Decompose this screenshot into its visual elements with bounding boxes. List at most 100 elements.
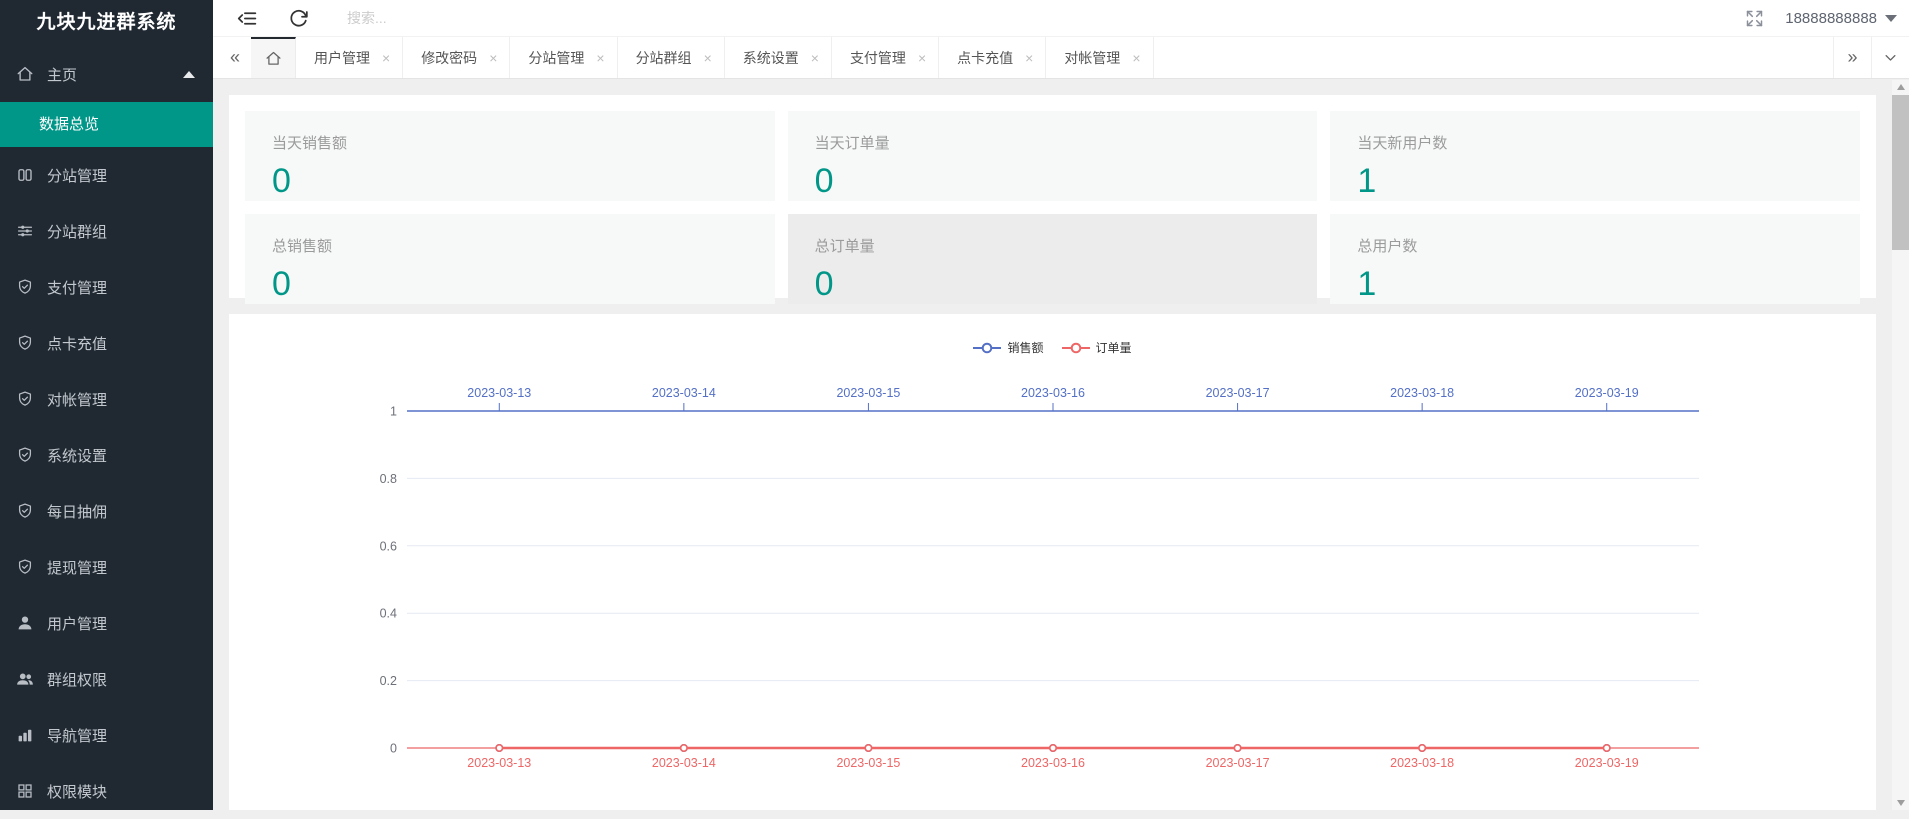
tab[interactable]: 分站管理× (510, 37, 617, 78)
tab[interactable]: 分站群组 × (618, 37, 725, 78)
sidebar-item[interactable]: 点卡充值 (0, 315, 213, 371)
tab-label: 系统设置 (743, 48, 799, 68)
svg-text:2023-03-16: 2023-03-16 (1021, 386, 1085, 400)
sidebar-item[interactable]: 分站管理 (0, 147, 213, 203)
sidebar-item-label: 系统设置 (47, 445, 107, 466)
stat-value: 0 (272, 162, 775, 201)
tabs-dropdown-icon[interactable] (1871, 37, 1909, 78)
svg-text:2023-03-15: 2023-03-15 (836, 386, 900, 400)
stat-label: 当天订单量 (815, 132, 1318, 153)
close-icon[interactable]: × (811, 51, 819, 65)
scrollbar-thumb[interactable] (1892, 95, 1909, 250)
fullscreen-icon[interactable] (1744, 8, 1765, 29)
modules-icon (16, 782, 34, 800)
sidebar-item[interactable]: 群组权限 (0, 651, 213, 707)
svg-text:2023-03-14: 2023-03-14 (652, 386, 716, 400)
svg-text:2023-03-16: 2023-03-16 (1021, 756, 1085, 770)
shield-check-icon (16, 278, 34, 296)
stat-card: 当天订单量0 (788, 111, 1318, 201)
svg-text:2023-03-19: 2023-03-19 (1575, 386, 1639, 400)
stat-card: 当天销售额 0 (245, 111, 775, 201)
close-icon[interactable]: × (489, 51, 497, 65)
main-area: 18888888888 « 用户管理×修改密码×分站管理×分站群组×系统设置×支… (213, 0, 1909, 810)
refresh-icon[interactable] (288, 8, 309, 29)
shield-check-icon (16, 502, 34, 520)
sidebar-item-label: 每日抽佣 (47, 501, 107, 522)
svg-text:2023-03-17: 2023-03-17 (1206, 756, 1270, 770)
sidebar-item[interactable]: 对帐管理 (0, 371, 213, 427)
tab-bar: « 用户管理×修改密码×分站管理×分站群组×系统设置×支付管理×点卡充值×对帐管… (213, 37, 1909, 79)
tab-label: 对帐管理 (1064, 48, 1120, 68)
close-icon[interactable]: × (382, 51, 390, 65)
tab-label: 点卡充值 (957, 48, 1013, 68)
tab[interactable]: 支付管理 × (832, 37, 939, 78)
tab-label: 分站群组 (636, 48, 692, 68)
sidebar-item[interactable]: 主页 (0, 46, 213, 102)
tab[interactable]: 对帐管理 × (1046, 37, 1153, 78)
sidebar-item[interactable]: 提现管理 (0, 539, 213, 595)
close-icon[interactable]: × (1025, 51, 1033, 65)
scrollbar-up-icon[interactable] (1892, 80, 1909, 94)
stat-value: 1 (1357, 265, 1860, 304)
sidebar-item-label: 用户管理 (47, 613, 107, 634)
collapse-menu-icon[interactable] (237, 8, 258, 29)
svg-text:2023-03-15: 2023-03-15 (836, 756, 900, 770)
sidebar-item[interactable]: 系统设置 (0, 427, 213, 483)
close-icon[interactable]: × (918, 51, 926, 65)
stat-card: 总订单量0 (788, 214, 1318, 304)
sidebar-item[interactable]: 权限模块 (0, 763, 213, 819)
svg-text:2023-03-17: 2023-03-17 (1206, 386, 1270, 400)
sidebar-item[interactable]: 每日抽佣 (0, 483, 213, 539)
tab[interactable]: 用户管理× (296, 37, 403, 78)
sidebar-item-label: 点卡充值 (47, 333, 107, 354)
tab-label: 支付管理 (850, 48, 906, 68)
close-icon[interactable]: × (596, 51, 604, 65)
tabs-scroll-left-icon[interactable]: « (219, 37, 251, 78)
sidebar-item-label: 群组权限 (47, 669, 107, 690)
home-tab[interactable] (251, 37, 296, 78)
tab[interactable]: 系统设置 × (725, 37, 832, 78)
users-icon (16, 670, 34, 688)
user-icon (16, 614, 34, 632)
content-area: 当天销售额0当天订单量0当天新用户数1总销售额0总订单量0总用户数1 销售额订单… (213, 79, 1892, 810)
sidebar-item-label: 分站群组 (47, 221, 107, 242)
close-icon[interactable]: × (704, 51, 712, 65)
sidebar-subitem[interactable]: 数据总览 (0, 102, 213, 147)
sidebar: 九块九进群系统 主页数据总览分站管理分站群组支付管理点卡充值对帐管理系统设置每日… (0, 0, 213, 810)
sidebar-item-label: 主页 (47, 64, 77, 85)
caret-up-icon (183, 71, 195, 78)
svg-text:2023-03-13: 2023-03-13 (467, 756, 531, 770)
stat-value: 0 (815, 265, 1318, 304)
tab[interactable]: 修改密码 × (403, 37, 510, 78)
home-icon (16, 65, 34, 83)
vertical-scrollbar[interactable] (1892, 80, 1909, 810)
sidebar-item-label: 支付管理 (47, 277, 107, 298)
tabs-scroll-right-icon[interactable]: » (1833, 37, 1871, 78)
svg-text:1: 1 (390, 405, 397, 419)
sidebar-item[interactable]: 用户管理 (0, 595, 213, 651)
search-input[interactable] (347, 10, 627, 26)
user-menu[interactable]: 18888888888 (1785, 10, 1897, 27)
sidebar-item[interactable]: 导航管理 (0, 707, 213, 763)
sidebar-item-label: 分站管理 (47, 165, 107, 186)
svg-text:2023-03-18: 2023-03-18 (1390, 756, 1454, 770)
columns-icon (16, 166, 34, 184)
sidebar-item[interactable]: 分站群组 (0, 203, 213, 259)
header-bar: 18888888888 (213, 0, 1909, 37)
stat-label: 总用户数 (1357, 235, 1860, 256)
tab[interactable]: 点卡充值 × (939, 37, 1046, 78)
tab-label: 修改密码 (421, 48, 477, 68)
stats-panel: 当天销售额0当天订单量0当天新用户数1总销售额0总订单量0总用户数1 (229, 95, 1876, 298)
shield-check-icon (16, 558, 34, 576)
stat-label: 当天销售额 (272, 132, 775, 153)
stat-value: 1 (1357, 162, 1860, 201)
nav-bars-icon (16, 726, 34, 744)
stat-value: 0 (272, 265, 775, 304)
svg-text:0: 0 (390, 742, 397, 756)
sidebar-item[interactable]: 支付管理 (0, 259, 213, 315)
header-right: 18888888888 (1744, 8, 1897, 29)
shield-check-icon (16, 334, 34, 352)
scrollbar-down-icon[interactable] (1892, 796, 1909, 810)
close-icon[interactable]: × (1132, 51, 1140, 65)
app-title: 九块九进群系统 (0, 0, 213, 46)
